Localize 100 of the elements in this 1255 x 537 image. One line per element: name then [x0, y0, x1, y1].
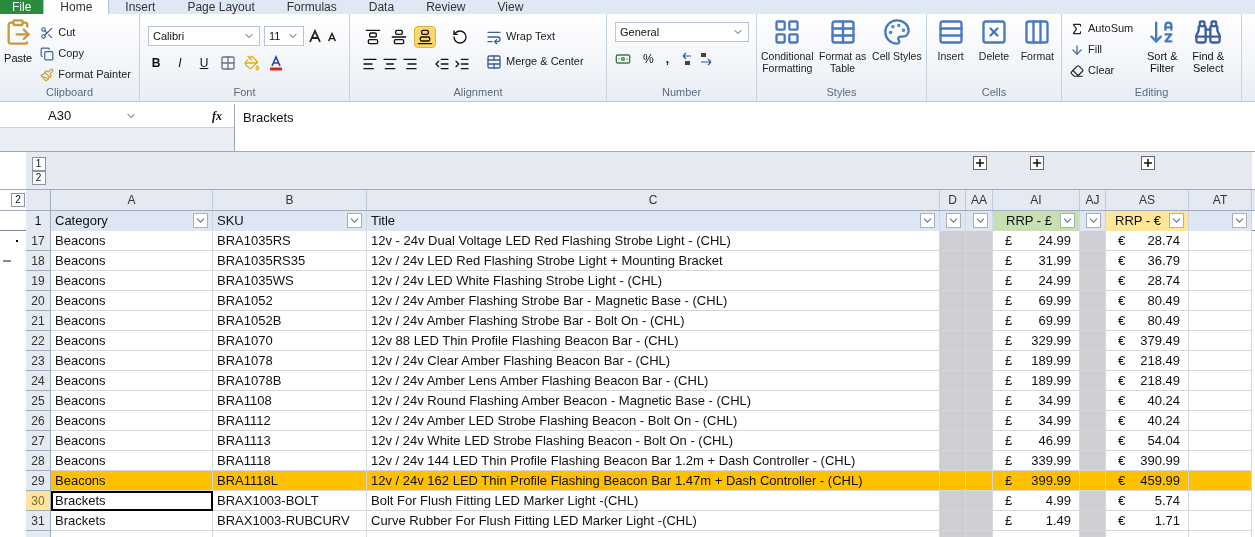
autosum-button[interactable]: AutoSum — [1066, 18, 1138, 39]
row-header[interactable]: 26 — [26, 411, 51, 431]
bold-button[interactable]: B — [148, 54, 164, 72]
column-header[interactable]: AI — [993, 190, 1080, 210]
increase-indent-icon[interactable] — [454, 56, 470, 72]
sort-filter-button[interactable]: Sort & Filter — [1141, 18, 1184, 74]
table-cell — [940, 411, 966, 431]
ribbon-tab[interactable]: Page Layout — [171, 0, 271, 14]
fill-button[interactable]: Fill — [1066, 39, 1138, 60]
filter-button[interactable] — [1060, 213, 1075, 229]
table-cell — [940, 251, 966, 271]
function-label[interactable]: fx — [212, 106, 222, 125]
underline-button[interactable]: U — [196, 54, 212, 72]
filter-button[interactable] — [1169, 213, 1184, 229]
ribbon-button[interactable]: Delete — [974, 18, 1014, 62]
column-header[interactable]: D — [940, 190, 966, 210]
number-format-field[interactable]: General — [615, 22, 749, 42]
filter-button[interactable] — [1086, 213, 1101, 229]
table-cell — [940, 331, 966, 351]
expand-icon[interactable] — [972, 156, 987, 170]
row-header[interactable]: 1 — [26, 211, 51, 231]
row-header[interactable]: 22 — [26, 331, 51, 351]
row-header[interactable]: 17 — [26, 231, 51, 251]
file-tab[interactable]: File — [0, 0, 44, 14]
find-select-button[interactable]: Find & Select — [1187, 18, 1230, 74]
ribbon-tab[interactable]: Review — [410, 0, 482, 14]
column-header[interactable]: AJ — [1080, 190, 1106, 210]
ribbon-button[interactable]: Conditional Formatting — [761, 18, 814, 74]
table-cell: 218.49 — [1140, 371, 1180, 390]
table-cell: Beacons — [51, 331, 213, 351]
row-header[interactable]: 21 — [26, 311, 51, 331]
ribbon-tab[interactable]: View — [481, 0, 540, 14]
wrap-text-button[interactable]: Wrap Text — [482, 26, 588, 47]
table-cell: 24.99 — [1038, 271, 1071, 290]
filter-button[interactable] — [193, 213, 208, 229]
formula-field[interactable]: Brackets — [235, 104, 1255, 151]
expand-icon[interactable] — [1140, 156, 1155, 170]
table-cell: 12v / 24v 162 LED Thin Profile Flashing Beacon Bar 1.47m + Dash Controller - (CHL) — [367, 471, 940, 491]
paste-button[interactable]: Paste — [4, 18, 33, 67]
ribbon-tab[interactable]: Formulas — [270, 0, 353, 14]
column-header[interactable]: C — [367, 190, 940, 210]
row-header[interactable]: 20 — [26, 291, 51, 311]
outline-level-button[interactable]: 1 — [31, 157, 46, 171]
table-cell — [940, 291, 966, 311]
row-header[interactable]: 27 — [26, 431, 51, 451]
outline-level-button[interactable]: 2 — [31, 171, 46, 185]
name-box[interactable]: A30 — [0, 103, 145, 128]
table-cell: 12v / 24v LED White Flashing Strobe Light - (CHL) — [367, 271, 940, 291]
cut-button[interactable]: Cut — [36, 22, 135, 43]
row-header[interactable]: 18 — [26, 251, 51, 271]
comma-button[interactable]: , — [665, 50, 669, 68]
format-painter-button[interactable]: Format Painter — [36, 64, 135, 85]
column-header[interactable]: AS — [1106, 190, 1189, 210]
ribbon-tab[interactable]: Data — [352, 0, 411, 14]
table-cell: 80.49 — [1147, 291, 1180, 310]
ribbon-button[interactable]: Insert — [931, 18, 971, 62]
row-header[interactable]: 24 — [26, 371, 51, 391]
row-header[interactable]: 29 — [26, 471, 51, 491]
align-center-icon[interactable] — [382, 56, 398, 72]
currency-icon[interactable] — [615, 51, 631, 67]
row-header[interactable]: 19 — [26, 271, 51, 291]
currency-symbol: € — [1118, 251, 1126, 270]
clear-button[interactable]: Clear — [1066, 60, 1138, 81]
decrease-indent-icon[interactable] — [434, 56, 450, 72]
table-cell: 12v / 24v Clear Amber Flashing Beacon Bar - (CHL) — [367, 351, 940, 371]
column-header[interactable]: AT — [1189, 190, 1252, 210]
ribbon-button[interactable]: Cell Styles — [871, 18, 922, 62]
font-size-field[interactable]: 11 — [264, 26, 304, 46]
ribbon-button[interactable]: Format as Table — [817, 18, 868, 74]
orientation-icon — [452, 29, 468, 45]
rows-icon — [936, 18, 965, 46]
ribbon-button[interactable]: Format — [1017, 18, 1057, 62]
row-header[interactable]: 31 — [26, 511, 51, 531]
vertical-align-button[interactable] — [414, 26, 436, 48]
ribbon-tab[interactable]: Home — [43, 0, 110, 14]
filter-button[interactable] — [920, 213, 935, 229]
percent-button[interactable]: % — [643, 50, 654, 68]
filter-button[interactable] — [1232, 213, 1247, 229]
merge-center-button[interactable]: Merge & Center — [482, 51, 588, 72]
align-right-icon[interactable] — [402, 56, 418, 72]
outline-level-button[interactable]: 2 — [11, 193, 25, 207]
filter-button[interactable] — [946, 213, 961, 229]
column-header[interactable]: B — [213, 190, 367, 210]
group-label: Clipboard — [44, 85, 95, 100]
table-cell: 40.24 — [1147, 411, 1180, 430]
row-header[interactable]: 30 — [26, 491, 51, 511]
font-name-field[interactable]: Calibri — [148, 26, 260, 46]
column-header[interactable]: AA — [966, 190, 993, 210]
ribbon-tab[interactable]: Insert — [109, 0, 172, 14]
row-header[interactable]: 23 — [26, 351, 51, 371]
row-header[interactable]: 25 — [26, 391, 51, 411]
filter-button[interactable] — [347, 213, 362, 229]
align-left-icon[interactable] — [362, 56, 378, 72]
copy-button[interactable]: Copy — [36, 43, 135, 64]
column-header[interactable]: A — [51, 190, 213, 210]
currency-symbol: € — [1118, 451, 1126, 470]
filter-button[interactable] — [973, 213, 988, 229]
row-header[interactable]: 28 — [26, 451, 51, 471]
italic-button[interactable]: I — [172, 54, 188, 72]
expand-icon[interactable] — [1029, 156, 1044, 170]
